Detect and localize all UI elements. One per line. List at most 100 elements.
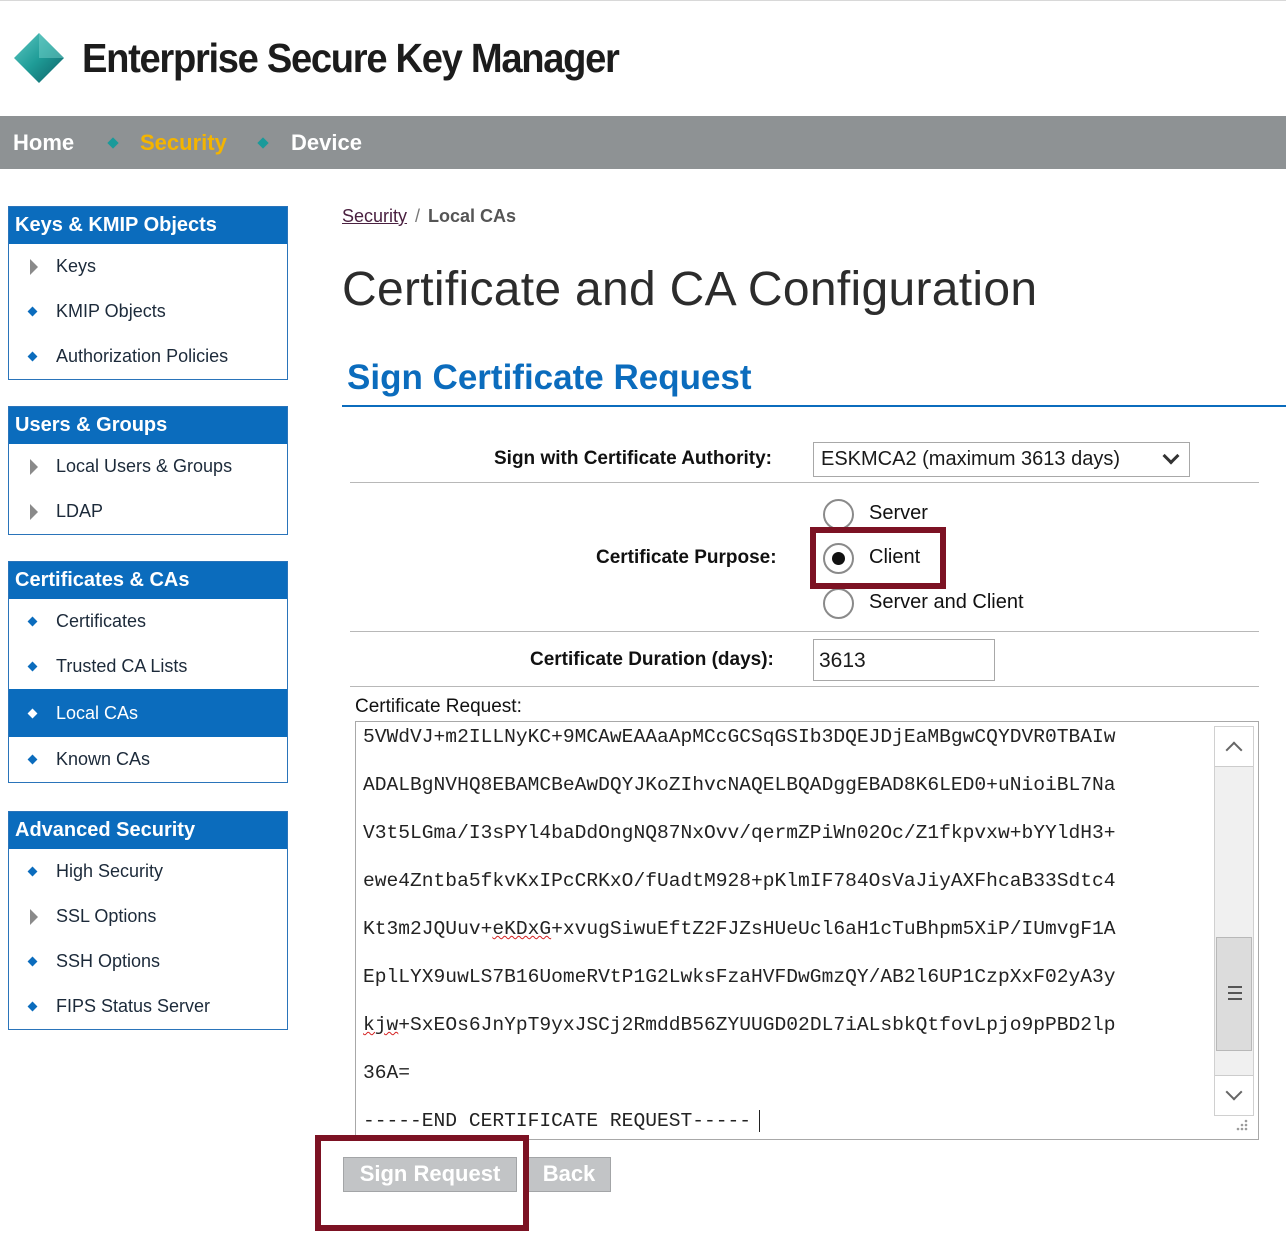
sidebar-panel-users: Users & Groups Local Users & Groups LDAP <box>8 406 288 535</box>
sidebar-item-label: Trusted CA Lists <box>56 656 188 676</box>
sidebar-item-known-cas[interactable]: Known CAs <box>9 737 287 782</box>
diamond-bullet-icon <box>27 956 38 967</box>
breadcrumb: Security / Local CAs <box>342 206 516 227</box>
sidebar-item-keys[interactable]: Keys <box>9 244 287 289</box>
sidebar-item-label: Known CAs <box>56 749 151 769</box>
request-text: +SxEOs6JnYpT9yxJSCj2RmddB56ZYUUGD02DL7iA… <box>398 1014 1116 1036</box>
diamond-bullet-icon <box>27 306 38 317</box>
sidebar-item-label: FIPS Status Server <box>56 996 211 1016</box>
diamond-bullet-icon <box>27 754 38 765</box>
sidebar-panel-keys: Keys & KMIP Objects Keys KMIP Objects Au… <box>8 206 288 380</box>
nav-home[interactable]: Home <box>13 130 74 156</box>
request-line: 36A= <box>363 1062 411 1084</box>
diamond-bullet-icon <box>27 1001 38 1012</box>
highlight-box-client <box>810 527 946 589</box>
ca-select-value: ESKMCA2 (maximum 3613 days) <box>821 448 1120 470</box>
request-label: Certificate Request: <box>355 696 522 717</box>
app-title: Enterprise Secure Key Manager <box>82 35 620 81</box>
sidebar-item-label: KMIP Objects <box>56 301 166 321</box>
back-button[interactable]: Back <box>527 1157 611 1192</box>
sidebar-item-ssh-options[interactable]: SSH Options <box>9 939 287 984</box>
duration-input[interactable]: 3613 <box>813 639 995 681</box>
chevron-up-icon <box>1225 741 1243 759</box>
breadcrumb-current: Local CAs <box>428 206 517 226</box>
sidebar-item-label: Certificates <box>56 611 147 631</box>
grip-line <box>1228 998 1242 1000</box>
duration-label: Certificate Duration (days): <box>530 649 774 670</box>
grip-line <box>1228 992 1242 994</box>
nav-separator-icon <box>107 137 119 149</box>
sidebar-item-ssl-options[interactable]: SSL Options <box>9 894 287 939</box>
sidebar-heading: Users & Groups <box>9 407 287 444</box>
sidebar-item-local-cas[interactable]: Local CAs <box>9 689 287 737</box>
section-divider <box>342 405 1286 407</box>
triangle-icon <box>30 909 38 925</box>
radio-button[interactable] <box>823 588 854 619</box>
sidebar-heading: Advanced Security <box>9 812 287 849</box>
scroll-up-button[interactable] <box>1215 727 1253 767</box>
chevron-down-icon <box>1225 1083 1243 1101</box>
spellcheck-flagged-text: eKDxG <box>492 918 552 940</box>
sidebar-item-label: High Security <box>56 861 164 881</box>
diamond-logo-icon <box>14 33 64 83</box>
request-line: kjw+SxEOs6JnYpT9yxJSCj2RmddB56ZYUUGD02DL… <box>363 1014 1116 1036</box>
highlight-box-sign-request <box>315 1135 529 1231</box>
text-caret <box>759 1110 761 1132</box>
sidebar-item-local-users[interactable]: Local Users & Groups <box>9 444 287 489</box>
sidebar-item-authorization-policies[interactable]: Authorization Policies <box>9 334 287 379</box>
request-line: V3t5LGma/I3sPYl4baDdOngNQ87NxOvv/qermZPi… <box>363 822 1116 844</box>
request-line: ewe4Zntba5fkvKxIPcCRKxO/fUadtM928+pKlmIF… <box>363 870 1116 892</box>
diamond-bullet-icon <box>27 351 38 362</box>
radio-server-and-client[interactable]: Server and Client <box>823 588 1053 620</box>
vertical-scrollbar[interactable] <box>1214 726 1254 1116</box>
request-line: 5VWdVJ+m2ILLNyKC+9MCAwEAAaApMCcGCSqGSIb3… <box>363 726 1116 748</box>
page-title: Certificate and CA Configuration <box>342 263 1038 316</box>
sidebar-item-fips-status-server[interactable]: FIPS Status Server <box>9 984 287 1029</box>
sidebar-item-trusted-ca-lists[interactable]: Trusted CA Lists <box>9 644 287 689</box>
diamond-bullet-icon <box>27 616 38 627</box>
sidebar-panel-advanced: Advanced Security High Security SSL Opti… <box>8 811 288 1030</box>
resize-handle-icon[interactable] <box>1234 1117 1248 1131</box>
request-line: ADALBgNVHQ8EBAMCBeAwDQYJKoZIhvcNAQELBQAD… <box>363 774 1116 796</box>
ca-label: Sign with Certificate Authority: <box>494 448 772 469</box>
diamond-bullet-icon <box>27 866 38 877</box>
sidebar-heading: Certificates & CAs <box>9 562 287 599</box>
chevron-down-icon <box>1162 447 1180 465</box>
sidebar-item-kmip-objects[interactable]: KMIP Objects <box>9 289 287 334</box>
sidebar-item-label: LDAP <box>56 501 104 521</box>
request-text: Kt3m2JQUuv+ <box>363 918 493 940</box>
triangle-icon <box>30 259 38 275</box>
sidebar-item-ldap[interactable]: LDAP <box>9 489 287 534</box>
spellcheck-flagged-text: kjw <box>363 1014 399 1036</box>
sidebar-item-label: Authorization Policies <box>56 346 229 366</box>
purpose-label: Certificate Purpose: <box>596 547 777 568</box>
form-divider <box>350 631 1259 632</box>
radio-label: Server and Client <box>869 591 1024 613</box>
nav-separator-icon <box>257 137 269 149</box>
radio-button[interactable] <box>823 499 854 530</box>
grip-line <box>1228 986 1242 988</box>
request-line: EplLYX9uwLS7B16UomeRVtP1G2LwksFzaHVFDwGm… <box>363 966 1116 988</box>
nav-device[interactable]: Device <box>291 130 362 156</box>
ca-select[interactable]: ESKMCA2 (maximum 3613 days) <box>813 442 1190 477</box>
section-title: Sign Certificate Request <box>347 358 752 397</box>
sidebar-item-label: SSH Options <box>56 951 161 971</box>
sidebar-item-label: SSL Options <box>56 906 157 926</box>
sidebar-item-high-security[interactable]: High Security <box>9 849 287 894</box>
diamond-bullet-icon <box>27 661 38 672</box>
triangle-icon <box>30 459 38 475</box>
radio-label: Server <box>869 502 928 524</box>
sidebar-heading: Keys & KMIP Objects <box>9 207 287 244</box>
top-nav: Home Security Device <box>0 116 1286 169</box>
certificate-request-textarea[interactable]: 5VWdVJ+m2ILLNyKC+9MCAwEAAaApMCcGCSqGSIb3… <box>355 721 1259 1140</box>
request-line: Kt3m2JQUuv+eKDxG+xvugSiwuEftZ2FJZsHUeUcl… <box>363 918 1116 940</box>
nav-security[interactable]: Security <box>140 130 227 156</box>
scroll-down-button[interactable] <box>1215 1075 1253 1115</box>
scrollbar-thumb[interactable] <box>1216 937 1252 1051</box>
sidebar-panel-certs: Certificates & CAs Certificates Trusted … <box>8 561 288 783</box>
sidebar-item-label: Keys <box>56 256 97 276</box>
app-header: Enterprise Secure Key Manager <box>0 0 1286 116</box>
breadcrumb-link-security[interactable]: Security <box>342 206 407 226</box>
sidebar-item-label: Local Users & Groups <box>56 456 233 476</box>
sidebar-item-certificates[interactable]: Certificates <box>9 599 287 644</box>
